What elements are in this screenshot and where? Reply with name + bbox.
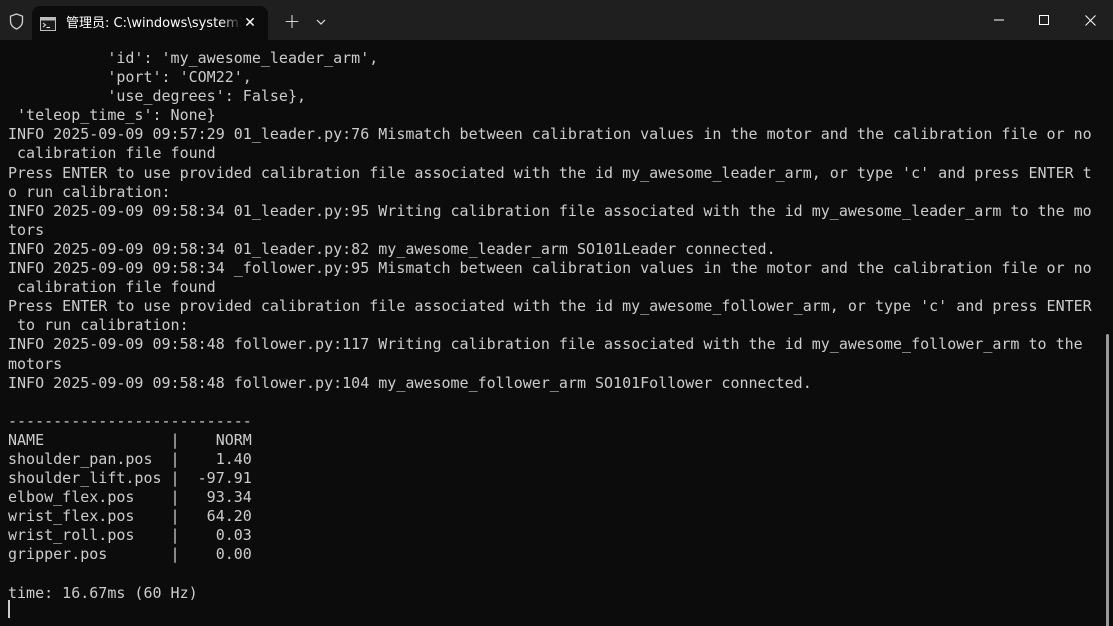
terminal-line: 'use_degrees': False}, — [8, 87, 307, 106]
terminal-line: calibration file found — [8, 144, 216, 163]
terminal-line: INFO 2025-09-09 09:58:34 01_leader.py:95… — [8, 201, 1092, 220]
terminal-line: 'id': 'my_awesome_leader_arm', — [8, 49, 379, 67]
tab-close-icon[interactable]: ✕ — [240, 13, 260, 33]
terminal-line: wrist_flex.pos | 64.20 — [8, 507, 252, 526]
new-tab-button[interactable]: + — [281, 10, 303, 32]
terminal-line: tors — [8, 220, 45, 239]
terminal-window: 管理员: C:\windows\system32\cmd.exe ✕ + — [0, 0, 1113, 626]
terminal-line: Press ENTER to use provided calibration … — [8, 163, 1092, 182]
terminal-line: shoulder_pan.pos | 1.40 — [8, 449, 252, 468]
terminal-line: shoulder_lift.pos | -97.91 — [8, 469, 252, 488]
terminal-line: INFO 2025-09-09 09:58:34 01_leader.py:82… — [8, 239, 776, 258]
terminal-line: calibration file found — [8, 278, 216, 297]
terminal-line: 'port': 'COM22', — [8, 68, 252, 87]
text-cursor — [8, 600, 10, 618]
terminal-line: 'teleop_time_s': None} — [8, 106, 216, 125]
terminal-line: Press ENTER to use provided calibration … — [8, 297, 1092, 316]
tab-cmd[interactable]: 管理员: C:\windows\system32\cmd.exe ✕ — [32, 6, 268, 40]
minimize-button[interactable] — [976, 0, 1022, 40]
terminal-line: INFO 2025-09-09 09:58:48 follower.py:104… — [8, 373, 812, 392]
shield-icon — [7, 12, 25, 30]
terminal-line: to run calibration: — [8, 316, 189, 335]
terminal-line: INFO 2025-09-09 09:58:48 follower.py:117… — [8, 335, 1083, 354]
terminal-output-area[interactable]: 'id': 'my_awesome_leader_arm', 'port': '… — [0, 40, 1113, 626]
close-button[interactable] — [1067, 0, 1113, 40]
tab-title: 管理员: C:\windows\system32\cmd.exe — [66, 16, 242, 31]
terminal-line: INFO 2025-09-09 09:57:29 01_leader.py:76… — [8, 125, 1092, 144]
terminal-line: gripper.pos | 0.00 — [8, 545, 252, 564]
terminal-line: INFO 2025-09-09 09:58:34 _follower.py:95… — [8, 259, 1092, 278]
maximize-button[interactable] — [1021, 0, 1067, 40]
terminal-line: motors — [8, 354, 63, 373]
title-bar[interactable]: 管理员: C:\windows\system32\cmd.exe ✕ + — [0, 0, 1113, 40]
terminal-line: NAME | NORM — [8, 430, 252, 449]
close-icon — [1084, 14, 1096, 26]
terminal-line: o run calibration: — [8, 182, 171, 201]
minimize-icon — [994, 19, 1004, 21]
chevron-down-icon[interactable] — [311, 12, 331, 32]
cmd-icon — [40, 16, 56, 31]
maximize-icon — [1039, 15, 1049, 25]
terminal-line: --------------------------- — [8, 411, 252, 430]
terminal-line: elbow_flex.pos | 93.34 — [8, 488, 252, 507]
terminal-line: wrist_roll.pos | 0.03 — [8, 526, 252, 545]
terminal-output: 'id': 'my_awesome_leader_arm', 'port': '… — [8, 49, 1100, 603]
scrollbar[interactable] — [1106, 334, 1109, 626]
terminal-line: time: 16.67ms (60 Hz) — [8, 583, 198, 602]
